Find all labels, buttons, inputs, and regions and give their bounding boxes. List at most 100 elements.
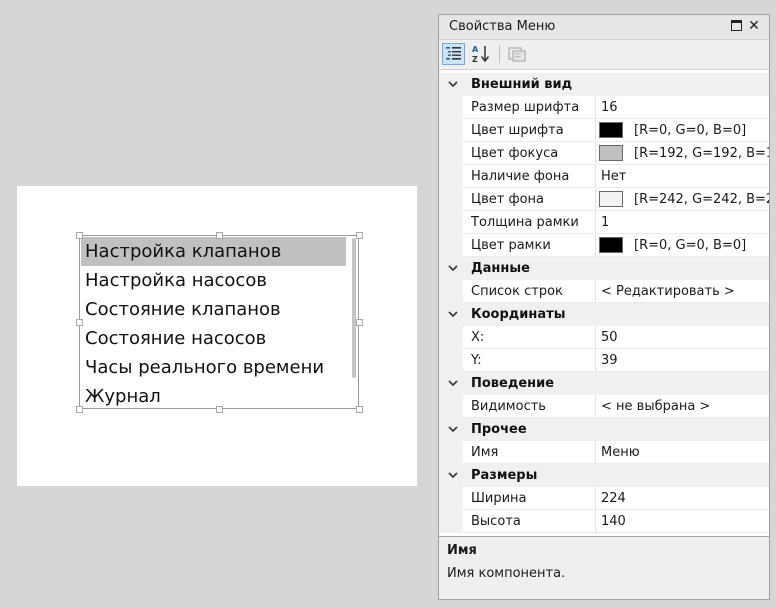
properties-toolbar: A Z [439,40,769,70]
row-gutter [439,349,463,372]
category-row[interactable]: Поведение [439,372,769,395]
property-row[interactable]: Цвет фона [R=242, G=242, B=242] [439,188,769,211]
column-divider[interactable] [595,395,596,418]
column-divider[interactable] [595,96,596,119]
property-value[interactable]: [R=0, G=0, B=0] [634,238,769,253]
alphabetical-view-button[interactable]: A Z [470,43,493,65]
resize-handle-bottom-left[interactable] [76,406,83,413]
resize-handle-top-center[interactable] [216,232,223,239]
menu-item[interactable]: Настройка клапанов [81,237,346,266]
property-row[interactable]: Имя Меню [439,441,769,464]
color-swatch[interactable] [599,122,623,138]
property-value[interactable]: Нет [601,169,769,184]
property-row[interactable]: Цвет фокуса [R=192, G=192, B=192] [439,142,769,165]
menu-item[interactable]: Журнал [81,382,346,411]
resize-handle-middle-left[interactable] [76,319,83,326]
property-row[interactable]: Список строк < Редактировать > [439,280,769,303]
design-canvas[interactable]: Настройка клапанов Настройка насосов Состо… [17,186,417,486]
property-pages-icon [508,47,526,62]
menu-item[interactable]: Состояние клапанов [81,295,346,324]
chevron-down-icon[interactable] [447,308,459,320]
property-value[interactable]: 1 [601,215,769,230]
category-row[interactable]: Данные [439,257,769,280]
property-row[interactable]: Цвет шрифта [R=0, G=0, B=0] [439,119,769,142]
column-divider[interactable] [595,487,596,510]
property-row[interactable]: Видимость < не выбрана > [439,395,769,418]
color-swatch[interactable] [599,237,623,253]
svg-text:Z: Z [472,55,478,64]
column-divider[interactable] [595,188,596,211]
property-name: Список строк [471,284,563,299]
property-value[interactable]: [R=0, G=0, B=0] [634,123,769,138]
resize-handle-bottom-center[interactable] [216,406,223,413]
chevron-down-icon[interactable] [447,262,459,274]
property-value[interactable]: < Редактировать > [601,284,769,299]
menu-item[interactable]: Настройка насосов [81,266,346,295]
property-value[interactable]: 224 [601,491,769,506]
row-gutter [439,441,463,464]
chevron-down-icon[interactable] [447,78,459,90]
column-divider[interactable] [595,119,596,142]
property-name: Цвет шрифта [471,123,564,138]
category-label: Внешний вид [471,77,573,92]
column-divider[interactable] [595,142,596,165]
toolbar-separator [499,45,500,63]
chevron-down-icon[interactable] [447,377,459,389]
menu-item-list[interactable]: Настройка клапанов Настройка насосов Состо… [81,237,346,411]
category-row[interactable]: Прочее [439,418,769,441]
category-row[interactable]: Координаты [439,303,769,326]
column-divider[interactable] [595,234,596,257]
property-row[interactable]: Y: 39 [439,349,769,372]
row-gutter [439,165,463,188]
close-icon[interactable]: ✕ [747,19,761,33]
property-value[interactable]: < не выбрана > [601,399,769,414]
color-swatch[interactable] [599,145,623,161]
sort-az-icon: A Z [472,45,490,64]
property-row[interactable]: Цвет рамки [R=0, G=0, B=0] [439,234,769,257]
property-row[interactable]: Ширина 224 [439,487,769,510]
color-swatch[interactable] [599,191,623,207]
row-gutter [439,211,463,234]
resize-handle-bottom-right[interactable] [356,406,363,413]
resize-handle-top-right[interactable] [356,232,363,239]
chevron-down-icon[interactable] [447,469,459,481]
category-label: Поведение [471,376,555,391]
menu-item[interactable]: Часы реального времени [81,353,346,382]
maximize-icon[interactable] [729,19,743,33]
resize-handle-middle-right[interactable] [356,319,363,326]
property-value[interactable]: 16 [601,100,769,115]
properties-panel: Свойства Меню ✕ A Z Внешний вид Размер ш… [438,14,770,600]
category-row[interactable]: Внешний вид [439,73,769,96]
menu-widget[interactable]: Настройка клапанов Настройка насосов Состо… [79,235,359,409]
column-divider[interactable] [595,349,596,372]
property-row[interactable]: X: 50 [439,326,769,349]
property-name: Имя [471,445,499,460]
property-row[interactable]: Размер шрифта 16 [439,96,769,119]
column-divider[interactable] [595,280,596,303]
category-row[interactable]: Размеры [439,464,769,487]
column-divider[interactable] [595,510,596,533]
property-pages-button[interactable] [506,43,529,65]
column-divider[interactable] [595,441,596,464]
menu-item[interactable]: Состояние насосов [81,324,346,353]
column-divider[interactable] [595,326,596,349]
property-row[interactable]: Высота 140 [439,510,769,533]
chevron-down-icon[interactable] [447,423,459,435]
property-row[interactable]: Толщина рамки 1 [439,211,769,234]
menu-scrollbar[interactable] [352,238,356,378]
property-value[interactable]: 140 [601,514,769,529]
categorized-view-button[interactable] [442,43,465,65]
description-title: Имя [447,543,477,558]
property-value[interactable]: 50 [601,330,769,345]
property-value[interactable]: [R=242, G=242, B=242] [634,192,769,207]
property-row[interactable]: Наличие фона Нет [439,165,769,188]
column-divider[interactable] [595,211,596,234]
property-value[interactable]: 39 [601,353,769,368]
column-divider[interactable] [595,165,596,188]
property-name: Цвет фокуса [471,146,559,161]
row-gutter [439,280,463,303]
resize-handle-top-left[interactable] [76,232,83,239]
property-value[interactable]: Меню [601,445,769,460]
property-name: Наличие фона [471,169,570,184]
property-value[interactable]: [R=192, G=192, B=192] [634,146,769,161]
